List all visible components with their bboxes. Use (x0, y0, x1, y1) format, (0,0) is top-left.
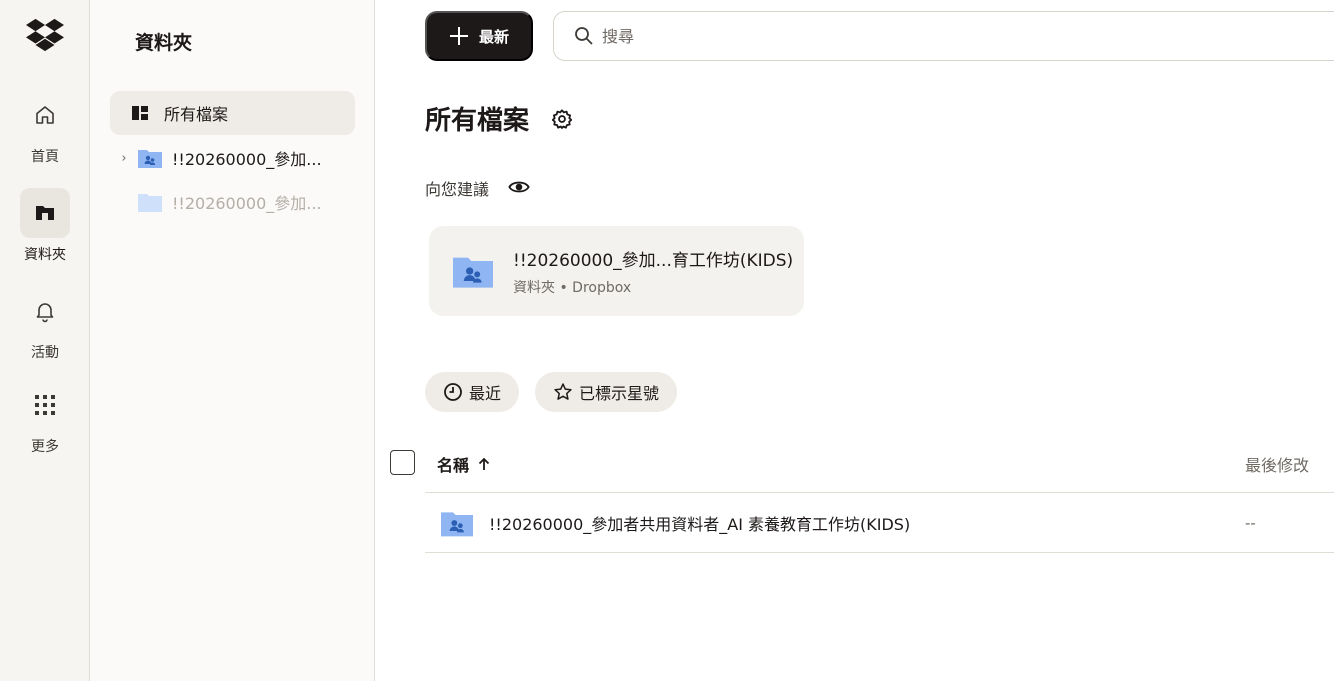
rail-item-label: 資料夾 (24, 247, 66, 263)
chevron-right-icon[interactable]: › (116, 151, 132, 166)
card-text: !!20260000_參加...育工作坊(KIDS) 資料夾 • Dropbox (513, 246, 793, 297)
chip-label: 已標示星號 (579, 384, 660, 403)
row-name[interactable]: !!20260000_參加者共用資料者_AI 素養教育工作坊(KIDS) (489, 511, 910, 535)
rail-item-activity[interactable]: 活動 (0, 286, 90, 362)
suggested-folder-card[interactable]: !!20260000_參加...育工作坊(KIDS) 資料夾 • Dropbox (429, 226, 804, 316)
select-all-checkbox[interactable] (390, 450, 415, 475)
main-content: 最新 所有檔案 向您建議 !!20260000_參加...育工作坊(KIDS) … (375, 0, 1334, 681)
page-title: 所有檔案 (425, 106, 530, 136)
rail-item-label: 更多 (31, 439, 59, 455)
shared-folder-icon (138, 150, 162, 168)
clock-icon (444, 383, 462, 401)
shared-folder-icon (453, 257, 493, 288)
global-nav-rail: 首頁 資料夾 活動 更多 (0, 0, 90, 681)
plus-icon (449, 27, 468, 45)
dropbox-logo[interactable] (26, 18, 64, 52)
search-icon (575, 27, 593, 45)
tree-item-label: !!20260000_參加... (172, 150, 322, 169)
column-header-name[interactable]: 名稱 (437, 452, 491, 476)
row-modified: -- (1245, 513, 1256, 532)
arrow-up-icon (478, 457, 490, 470)
tree-item-folder-dimmed[interactable]: !!20260000_參加... (110, 180, 355, 224)
chip-label: 最近 (469, 384, 502, 403)
folder-panel: 資料夾 所有檔案 › !!20260000_參加... !!20260000_參… (90, 0, 375, 681)
new-button[interactable]: 最新 (425, 11, 533, 61)
table-divider (425, 552, 1334, 553)
bell-icon (20, 286, 70, 336)
home-icon (20, 90, 70, 140)
folder-icon (138, 194, 162, 212)
table-row[interactable]: !!20260000_參加者共用資料者_AI 素養教育工作坊(KIDS) -- (425, 493, 1334, 552)
rail-item-more[interactable]: 更多 (0, 380, 90, 456)
search-input[interactable] (602, 26, 1202, 46)
search-box[interactable] (553, 11, 1334, 61)
star-icon (554, 383, 572, 400)
chip-recent[interactable]: 最近 (425, 372, 520, 412)
tree-item-label: !!20260000_參加... (172, 194, 322, 213)
tree-item-label: 所有檔案 (164, 105, 229, 124)
column-header-label: 名稱 (437, 456, 470, 475)
panel-title: 資料夾 (135, 32, 193, 54)
column-header-modified[interactable]: 最後修改 (1245, 452, 1309, 476)
tree-item-shared-folder[interactable]: › !!20260000_參加... (110, 136, 355, 180)
folder-icon (20, 188, 70, 238)
eye-icon[interactable] (508, 176, 530, 198)
new-button-label: 最新 (478, 28, 509, 46)
rail-item-folders[interactable]: 資料夾 (0, 188, 90, 264)
shared-folder-icon (441, 511, 473, 536)
apps-grid-icon (20, 380, 70, 430)
card-meta: 資料夾 • Dropbox (513, 279, 632, 296)
suggestions-heading: 向您建議 (425, 180, 490, 199)
all-files-icon (132, 106, 148, 120)
gear-icon[interactable] (551, 108, 573, 130)
chip-starred[interactable]: 已標示星號 (535, 372, 678, 412)
rail-item-label: 首頁 (31, 149, 59, 165)
card-title: !!20260000_參加...育工作坊(KIDS) (513, 250, 794, 271)
tree-item-all-files[interactable]: 所有檔案 (110, 91, 355, 135)
rail-item-label: 活動 (31, 345, 59, 361)
rail-item-home[interactable]: 首頁 (0, 90, 90, 166)
